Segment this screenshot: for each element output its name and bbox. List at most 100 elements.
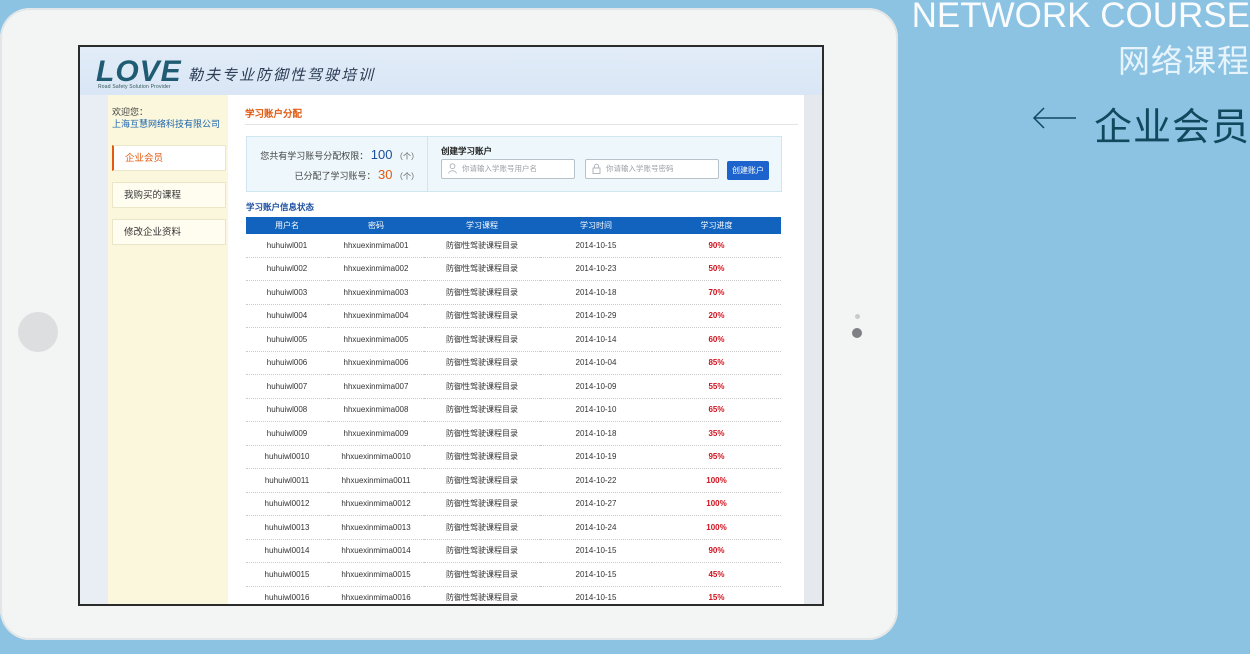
course-cell[interactable]: 防御性驾驶课程目录 <box>424 539 540 563</box>
course-cell[interactable]: 防御性驾驶课程目录 <box>424 234 540 258</box>
progress-cell: 15% <box>652 586 781 604</box>
password-cell: hhxuexinmima001 <box>328 234 424 258</box>
accounts-table: 用户名 密码 学习课程 学习时间 学习进度 huhuiwl001 hhxuexin… <box>246 217 781 604</box>
sidebar-item-edit-profile[interactable]: 修改企业资料 <box>112 219 226 245</box>
tablet-screen: LOVE Road Safety Solution Provider 勒夫专业防… <box>78 45 824 606</box>
progress-cell: 60% <box>652 327 781 352</box>
password-cell: hhxuexinmima0010 <box>328 445 424 469</box>
username-cell: huhuiwl003 <box>246 280 328 305</box>
main-content: 学习账户分配 您共有学习账号分配权限： 100 （个） 已分配了学习账号： 30… <box>228 95 804 604</box>
promo-title-en: NETWORK COURSE <box>911 0 1250 35</box>
allocation-panel: 您共有学习账号分配权限： 100 （个） 已分配了学习账号： 30 （个） 创建… <box>246 136 782 192</box>
promo-title-cn: 网络课程 <box>1117 43 1250 79</box>
allocated-row: 已分配了学习账号： 30 （个） <box>294 167 419 182</box>
table-row: huhuiwl001 hhxuexinmima001 防御性驾驶课程目录 2014-1… <box>246 234 781 258</box>
date-cell: 2014-10-27 <box>540 492 652 516</box>
username-cell: huhuiwl002 <box>246 257 328 281</box>
allocated-value: 30 <box>378 167 393 182</box>
course-cell[interactable]: 防御性驾驶课程目录 <box>424 398 540 422</box>
password-field[interactable] <box>585 159 719 179</box>
username-cell: huhuiwl009 <box>246 421 328 446</box>
scrollbar[interactable] <box>804 95 822 604</box>
password-cell: hhxuexinmima0011 <box>328 468 424 493</box>
password-cell: hhxuexinmima0015 <box>328 562 424 587</box>
username-cell: huhuiwl008 <box>246 398 328 422</box>
course-cell[interactable]: 防御性驾驶课程目录 <box>424 327 540 352</box>
password-input[interactable] <box>606 164 718 173</box>
password-cell: hhxuexinmima007 <box>328 374 424 399</box>
date-cell: 2014-10-04 <box>540 351 652 375</box>
tablet-home-button <box>18 312 58 352</box>
date-cell: 2014-10-19 <box>540 445 652 469</box>
progress-cell: 100% <box>652 468 781 493</box>
date-cell: 2014-10-09 <box>540 374 652 399</box>
tablet-camera <box>852 328 862 338</box>
course-cell[interactable]: 防御性驾驶课程目录 <box>424 280 540 305</box>
date-cell: 2014-10-15 <box>540 562 652 587</box>
course-cell[interactable]: 防御性驾驶课程目录 <box>424 468 540 493</box>
date-cell: 2014-10-15 <box>540 234 652 258</box>
username-cell: huhuiwl0013 <box>246 515 328 540</box>
course-cell[interactable]: 防御性驾驶课程目录 <box>424 586 540 604</box>
course-cell[interactable]: 防御性驾驶课程目录 <box>424 492 540 516</box>
course-cell[interactable]: 防御性驾驶课程目录 <box>424 562 540 587</box>
promo-section: 企业会员 <box>1025 96 1250 149</box>
column-header: 学习时间 <box>540 217 652 234</box>
column-header: 学习进度 <box>652 217 781 234</box>
progress-cell: 20% <box>652 304 781 328</box>
progress-cell: 50% <box>652 257 781 281</box>
table-row: huhuiwl004 hhxuexinmima004 防御性驾驶课程目录 2014-1… <box>246 304 781 328</box>
course-cell[interactable]: 防御性驾驶课程目录 <box>424 374 540 399</box>
progress-cell: 90% <box>652 234 781 258</box>
table-row: huhuiwl0010 hhxuexinmima0010 防御性驾驶课程目录 2014… <box>246 445 781 469</box>
course-cell[interactable]: 防御性驾驶课程目录 <box>424 515 540 540</box>
course-cell[interactable]: 防御性驾驶课程目录 <box>424 445 540 469</box>
username-field[interactable] <box>441 159 575 179</box>
password-cell: hhxuexinmima002 <box>328 257 424 281</box>
table-row: huhuiwl0016 hhxuexinmima0016 防御性驾驶课程目录 2014… <box>246 586 781 604</box>
password-cell: hhxuexinmima003 <box>328 280 424 305</box>
username-cell: huhuiwl0011 <box>246 468 328 493</box>
company-name: 上海互慧网络科技有限公司 <box>112 119 221 129</box>
progress-cell: 35% <box>652 421 781 446</box>
username-input[interactable] <box>462 164 574 173</box>
sidebar-item-enterprise-member[interactable]: 企业会员 <box>112 145 226 171</box>
table-header-row: 用户名 密码 学习课程 学习时间 学习进度 <box>246 217 781 234</box>
total-quota-unit: （个） <box>395 152 419 161</box>
password-cell: hhxuexinmima008 <box>328 398 424 422</box>
table-row: huhuiwl0011 hhxuexinmima0011 防御性驾驶课程目录 2014… <box>246 468 781 493</box>
table-row: huhuiwl005 hhxuexinmima005 防御性驾驶课程目录 2014-1… <box>246 327 781 352</box>
course-cell[interactable]: 防御性驾驶课程目录 <box>424 421 540 446</box>
date-cell: 2014-10-22 <box>540 468 652 493</box>
password-cell: hhxuexinmima009 <box>328 421 424 446</box>
username-cell: huhuiwl005 <box>246 327 328 352</box>
course-cell[interactable]: 防御性驾驶课程目录 <box>424 304 540 328</box>
password-cell: hhxuexinmima0013 <box>328 515 424 540</box>
password-cell: hhxuexinmima0012 <box>328 492 424 516</box>
progress-cell: 55% <box>652 374 781 399</box>
username-cell: huhuiwl0014 <box>246 539 328 563</box>
progress-cell: 90% <box>652 539 781 563</box>
progress-cell: 45% <box>652 562 781 587</box>
table-row: huhuiwl0013 hhxuexinmima0013 防御性驾驶课程目录 2014… <box>246 515 781 540</box>
course-cell[interactable]: 防御性驾驶课程目录 <box>424 257 540 281</box>
table-row: huhuiwl008 hhxuexinmima008 防御性驾驶课程目录 2014-1… <box>246 398 781 422</box>
column-header: 学习课程 <box>424 217 540 234</box>
date-cell: 2014-10-15 <box>540 539 652 563</box>
date-cell: 2014-10-18 <box>540 421 652 446</box>
create-account-label: 创建学习账户 <box>441 146 493 156</box>
promo-section-label: 企业会员 <box>1093 107 1250 149</box>
sidebar-item-my-courses[interactable]: 我购买的课程 <box>112 182 226 208</box>
arrow-left-icon <box>1032 107 1076 129</box>
password-cell: hhxuexinmima006 <box>328 351 424 375</box>
progress-cell: 95% <box>652 445 781 469</box>
table-row: huhuiwl002 hhxuexinmima002 防御性驾驶课程目录 2014-1… <box>246 257 781 281</box>
course-cell[interactable]: 防御性驾驶课程目录 <box>424 351 540 375</box>
column-header: 密码 <box>328 217 424 234</box>
date-cell: 2014-10-29 <box>540 304 652 328</box>
progress-cell: 100% <box>652 492 781 516</box>
app-header: LOVE Road Safety Solution Provider 勒夫专业防… <box>80 47 822 95</box>
column-header: 用户名 <box>246 217 328 234</box>
create-account-button[interactable]: 创建账户 <box>727 161 769 180</box>
user-icon <box>448 163 457 174</box>
